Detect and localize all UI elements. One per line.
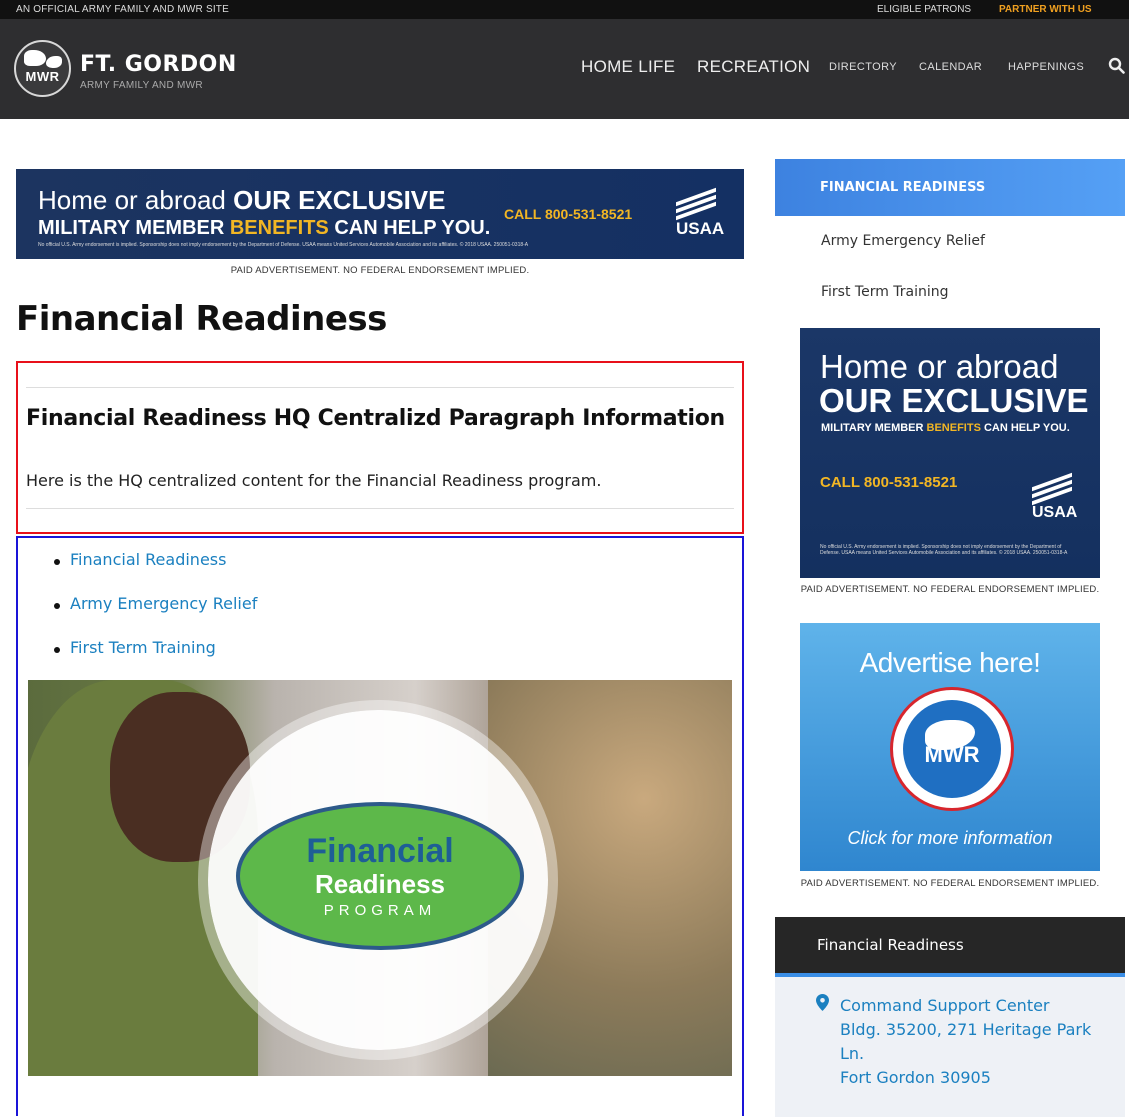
sidebar-item-army-emergency-relief[interactable]: Army Emergency Relief — [821, 233, 985, 249]
site-subtitle: ARMY FAMILY AND MWR — [80, 80, 203, 91]
usaa-logo: USAA — [676, 187, 724, 239]
nav-recreation[interactable]: RECREATION — [697, 57, 810, 77]
banner-subline: MILITARY MEMBER BENEFITS CAN HELP YOU. — [38, 217, 491, 239]
mwr-logo[interactable]: MWR — [14, 40, 71, 97]
contact-box-title: Financial Readiness — [775, 917, 1125, 977]
contact-box: Command Support Center Bldg. 35200, 271 … — [775, 977, 1125, 1117]
list-item: First Term Training — [54, 638, 257, 682]
ad-headline: Advertise here! — [859, 647, 1041, 678]
sidebar-item-first-term-training[interactable]: First Term Training — [821, 284, 949, 300]
ad-subline: MILITARY MEMBER BENEFITS CAN HELP YOU. — [821, 422, 1070, 434]
usaa-logo: USAA — [1032, 472, 1077, 522]
nav-calendar[interactable]: CALENDAR — [919, 61, 982, 73]
top-bar: AN OFFICIAL ARMY FAMILY AND MWR SITE ELI… — [0, 0, 1129, 19]
usaa-banner-ad[interactable]: Home or abroad OUR EXCLUSIVE MILITARY ME… — [16, 169, 744, 259]
mwr-globe-logo: U.S. ARMY MWR — [890, 687, 1014, 811]
hq-content-section: Financial Readiness HQ Centralizd Paragr… — [16, 361, 744, 534]
address-line: Command Support Center — [840, 996, 1050, 1015]
banner-headline: Home or abroad OUR EXCLUSIVE — [38, 185, 446, 215]
eligible-patrons-link[interactable]: ELIGIBLE PATRONS — [877, 4, 971, 15]
banner-disclaimer: PAID ADVERTISEMENT. NO FEDERAL ENDORSEME… — [230, 265, 530, 276]
logo-army-text: U.S. ARMY — [931, 730, 973, 739]
ad-disclaimer: PAID ADVERTISEMENT. NO FEDERAL ENDORSEME… — [800, 584, 1100, 595]
address-line: Ln. — [840, 1044, 865, 1063]
nav-home-life[interactable]: HOME LIFE — [581, 57, 675, 77]
site-header: MWR FT. GORDON ARMY FAMILY AND MWR HOME … — [0, 19, 1129, 119]
address-line: Bldg. 35200, 271 Heritage Park — [840, 1020, 1092, 1039]
nav-directory[interactable]: DIRECTORY — [829, 61, 897, 73]
ad-cta: Click for more information — [847, 828, 1053, 848]
link-financial-readiness[interactable]: Financial Readiness — [70, 550, 226, 569]
official-site-label: AN OFFICIAL ARMY FAMILY AND MWR SITE — [16, 4, 229, 15]
program-logo: Financial Readiness PROGRAM — [236, 802, 524, 950]
usaa-sidebar-ad[interactable]: Home or abroad OUR EXCLUSIVE MILITARY ME… — [800, 328, 1100, 578]
link-first-term-training[interactable]: First Term Training — [70, 638, 216, 657]
map-pin-icon — [816, 994, 829, 1011]
advertise-here-ad[interactable]: Advertise here! U.S. ARMY MWR Click for … — [800, 623, 1100, 871]
hq-paragraph: Here is the HQ centralized content for t… — [26, 471, 602, 490]
divider — [26, 508, 734, 509]
logo-text: MWR — [25, 69, 60, 84]
list-item: Army Emergency Relief — [54, 594, 257, 638]
financial-readiness-program-image: Financial Readiness PROGRAM — [28, 680, 732, 1076]
link-army-emergency-relief[interactable]: Army Emergency Relief — [70, 594, 257, 613]
banner-phone: CALL 800-531-8521 — [504, 206, 633, 222]
program-links-list: Financial Readiness Army Emergency Relie… — [54, 550, 257, 682]
address-line: Fort Gordon 30905 — [840, 1068, 991, 1087]
ad-disclaimer: PAID ADVERTISEMENT. NO FEDERAL ENDORSEME… — [800, 878, 1100, 889]
eagle-icon — [1032, 472, 1072, 506]
ad-headline-bold: OUR EXCLUSIVE — [819, 382, 1089, 419]
logo-mwr-text: MWR — [924, 742, 980, 767]
ad-phone: CALL 800-531-8521 — [820, 474, 958, 491]
program-content-section: Financial Readiness Army Emergency Relie… — [16, 536, 744, 1116]
sidebar-item-financial-readiness[interactable]: FINANCIAL READINESS — [775, 159, 1125, 216]
ad-headline: Home or abroad — [820, 348, 1059, 385]
hq-heading: Financial Readiness HQ Centralizd Paragr… — [26, 406, 725, 431]
eagle-icon — [676, 187, 716, 221]
address[interactable]: Command Support Center Bldg. 35200, 271 … — [840, 994, 1091, 1090]
ad-fine-print: No official U.S. Army endorsement is imp… — [820, 544, 1068, 556]
search-icon[interactable] — [1108, 57, 1125, 74]
partner-with-us-link[interactable]: PARTNER WITH US — [999, 4, 1092, 15]
page-title: Financial Readiness — [16, 299, 387, 339]
nav-happenings[interactable]: HAPPENINGS — [1008, 61, 1084, 73]
divider — [26, 387, 734, 388]
list-item: Financial Readiness — [54, 550, 257, 594]
banner-fine-print: No official U.S. Army endorsement is imp… — [38, 242, 529, 248]
site-title[interactable]: FT. GORDON — [80, 52, 237, 77]
